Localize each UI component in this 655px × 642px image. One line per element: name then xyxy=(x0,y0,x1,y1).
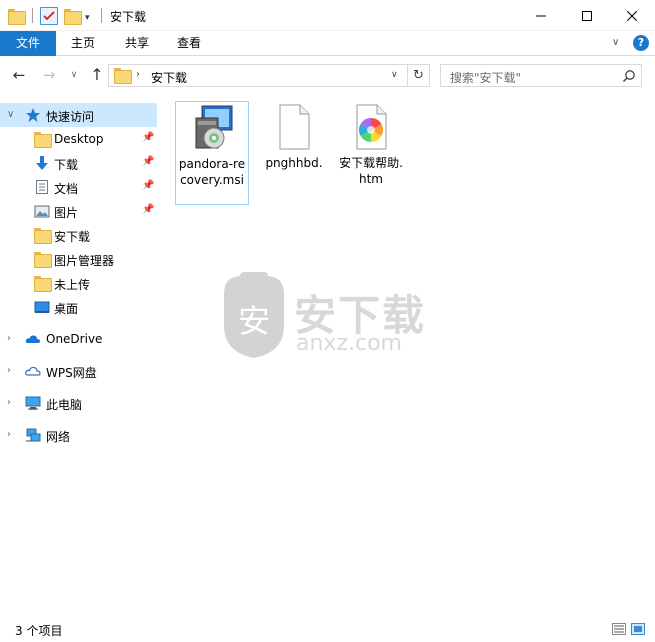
desktop-icon xyxy=(34,299,50,315)
sidebar-item-label: WPS网盘 xyxy=(46,366,97,380)
chevron-right-icon[interactable]: › xyxy=(7,429,11,440)
tab-home[interactable]: 主页 xyxy=(60,31,106,56)
pin-icon[interactable]: 📌 xyxy=(142,132,154,143)
sidebar-item-label: 下载 xyxy=(54,158,79,172)
sidebar-item-label: 图片管理器 xyxy=(54,254,115,268)
sidebar-item-label: 桌面 xyxy=(54,302,79,316)
folder-icon xyxy=(34,276,52,292)
close-button[interactable] xyxy=(609,0,655,31)
file-name: pandora-recovery.msi xyxy=(178,157,246,187)
sidebar-item-label: 快速访问 xyxy=(46,110,95,124)
chevron-right-icon[interactable]: › xyxy=(7,365,11,376)
up-button[interactable]: ↑ xyxy=(87,65,107,85)
refresh-button[interactable]: ↻ xyxy=(408,64,430,87)
sidebar-item-label: 网络 xyxy=(46,430,71,444)
navigation-pane: ∨ 快速访问 Desktop 📌 下载 📌 文档 📌 图片 📌 安下载 图片管理… xyxy=(0,100,160,615)
sidebar-item-label: 未上传 xyxy=(54,278,91,292)
chevron-right-icon[interactable]: › xyxy=(7,397,11,408)
search-input[interactable]: 搜索"安下载" xyxy=(440,64,642,87)
watermark-logo: 安 安下载 anxz.com xyxy=(218,268,438,363)
status-bar: 3 个项目 xyxy=(0,617,655,642)
file-name: 安下载帮助.htm xyxy=(339,156,403,186)
sidebar-item-label: 此电脑 xyxy=(46,398,83,412)
cloud-icon xyxy=(25,331,41,347)
pin-icon[interactable]: 📌 xyxy=(142,180,154,191)
breadcrumb[interactable]: 安下载 xyxy=(151,69,187,86)
document-icon xyxy=(34,179,50,195)
sidebar-item-pictures[interactable]: 图片 📌 xyxy=(0,199,157,223)
large-icons-view-icon[interactable] xyxy=(631,623,645,635)
watermark-subtext: anxz.com xyxy=(296,331,402,356)
navigation-bar: ← → ∨ ↑ › 安下载 ∨ ↻ 搜索"安下载" xyxy=(0,56,655,93)
divider xyxy=(101,8,102,23)
customize-toolbar-icon[interactable]: ▾ xyxy=(85,9,90,27)
title-bar: ▾ 安下载 xyxy=(0,0,655,31)
sidebar-item-quick-access[interactable]: ∨ 快速访问 xyxy=(0,103,157,127)
folder-icon xyxy=(34,252,52,268)
sidebar-item-not-uploaded[interactable]: 未上传 xyxy=(0,271,157,295)
properties-icon[interactable] xyxy=(40,7,58,25)
minimize-button[interactable] xyxy=(518,0,564,31)
ribbon-expand-icon[interactable]: ∨ xyxy=(612,37,619,48)
folder-icon xyxy=(34,132,52,148)
recent-locations-chevron-down-icon[interactable]: ∨ xyxy=(64,65,84,85)
folder-icon xyxy=(114,68,132,84)
chevron-right-icon[interactable]: › xyxy=(7,333,11,344)
address-bar[interactable]: › 安下载 ∨ xyxy=(108,64,408,87)
sidebar-item-desktop-cn[interactable]: 桌面 xyxy=(0,295,157,319)
folder-icon xyxy=(34,228,52,244)
sidebar-item-image-manager[interactable]: 图片管理器 xyxy=(0,247,157,271)
file-name: pnghhbd. xyxy=(265,156,323,170)
window-title: 安下载 xyxy=(110,10,147,24)
search-icon[interactable] xyxy=(622,69,636,86)
sidebar-item-label: Desktop xyxy=(54,132,104,146)
chevron-right-icon[interactable]: › xyxy=(136,69,140,80)
network-icon xyxy=(25,427,41,443)
sidebar-item-onedrive[interactable]: › OneDrive xyxy=(0,327,157,351)
sidebar-item-anxz[interactable]: 安下载 xyxy=(0,223,157,247)
cloud-icon xyxy=(25,363,41,379)
sidebar-item-network[interactable]: › 网络 xyxy=(0,423,157,447)
sidebar-item-label: 图片 xyxy=(54,206,79,220)
htm-file-icon xyxy=(347,103,395,151)
tab-share[interactable]: 共享 xyxy=(114,31,160,56)
blank-file-icon xyxy=(270,103,318,151)
address-history-chevron-down-icon[interactable]: ∨ xyxy=(391,70,398,80)
tab-view[interactable]: 查看 xyxy=(166,31,212,56)
search-placeholder: 搜索"安下载" xyxy=(450,71,522,85)
sidebar-item-label: 安下载 xyxy=(54,230,91,244)
sidebar-item-this-pc[interactable]: › 此电脑 xyxy=(0,391,157,415)
computer-icon xyxy=(25,395,41,411)
msi-installer-icon xyxy=(188,104,236,152)
pin-icon[interactable]: 📌 xyxy=(142,156,154,167)
new-folder-icon[interactable] xyxy=(64,7,82,25)
sidebar-item-downloads[interactable]: 下载 📌 xyxy=(0,151,157,175)
download-arrow-icon xyxy=(34,155,50,171)
item-count: 3 个项目 xyxy=(15,624,63,638)
ribbon: 文件 主页 共享 查看 ∨ ? xyxy=(0,31,655,56)
sidebar-item-documents[interactable]: 文档 📌 xyxy=(0,175,157,199)
sidebar-item-desktop[interactable]: Desktop 📌 xyxy=(0,127,157,151)
sidebar-item-wps-drive[interactable]: › WPS网盘 xyxy=(0,359,157,383)
sidebar-item-label: OneDrive xyxy=(46,332,103,346)
details-view-icon[interactable] xyxy=(612,623,626,635)
watermark-badge: 安 xyxy=(238,302,270,340)
maximize-button[interactable] xyxy=(564,0,610,31)
help-icon[interactable]: ? xyxy=(633,35,649,51)
pin-icon[interactable]: 📌 xyxy=(142,204,154,215)
sidebar-item-label: 文档 xyxy=(54,182,79,196)
back-button[interactable]: ← xyxy=(9,65,29,85)
chevron-down-icon[interactable]: ∨ xyxy=(7,109,14,120)
divider xyxy=(32,8,33,23)
file-item-help-htm[interactable]: 安下载帮助.htm xyxy=(334,101,408,189)
file-item-pnghhbd[interactable]: pnghhbd. xyxy=(257,101,331,173)
forward-button[interactable]: → xyxy=(39,65,59,85)
pictures-icon xyxy=(34,203,50,219)
quick-access-folder-icon[interactable] xyxy=(8,7,26,25)
file-item-pandora-recovery[interactable]: pandora-recovery.msi xyxy=(175,101,249,205)
star-icon xyxy=(25,107,41,123)
tab-file[interactable]: 文件 xyxy=(0,31,56,56)
